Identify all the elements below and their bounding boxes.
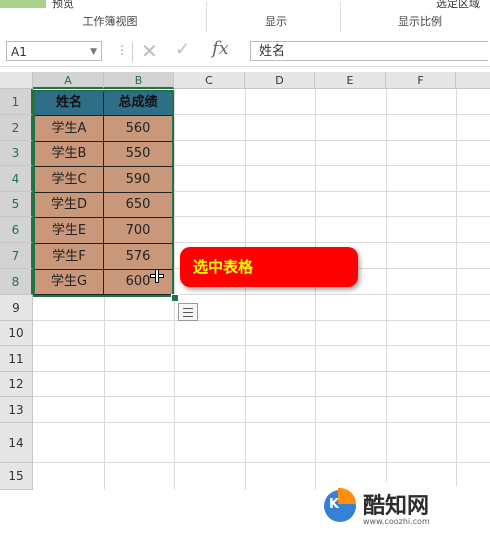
gridline <box>33 320 490 321</box>
more-icon[interactable]: ⋮ <box>116 43 128 57</box>
coozhi-logo-icon: K <box>324 488 356 522</box>
column-header-a[interactable]: A <box>33 72 104 89</box>
quick-analysis-icon[interactable] <box>178 303 198 321</box>
ribbon-preview-label[interactable]: 预览 <box>52 0 74 11</box>
enter-check-icon[interactable]: ✓ <box>175 39 190 60</box>
ribbon-separator <box>340 2 341 32</box>
row-header-14[interactable]: 14 <box>0 423 33 463</box>
name-box[interactable]: A1 ▼ <box>6 41 102 61</box>
gridline <box>33 371 490 372</box>
formula-bar: A1 ▼ ⋮ ✕ ✓ fx 姓名 <box>0 38 490 67</box>
gridline <box>315 89 316 490</box>
gridline <box>174 89 175 490</box>
column-header-d[interactable]: D <box>245 72 315 89</box>
fill-handle[interactable] <box>171 294 179 302</box>
chevron-down-icon[interactable]: ▼ <box>90 42 97 62</box>
selection-border <box>33 90 174 297</box>
gridline <box>386 89 387 490</box>
formula-input[interactable]: 姓名 <box>250 41 488 61</box>
row-header-10[interactable]: 10 <box>0 321 33 346</box>
quick-analysis-line <box>183 308 193 309</box>
row-header-9[interactable]: 9 <box>0 295 33 321</box>
select-all-corner[interactable] <box>0 72 33 89</box>
row-header-13[interactable]: 13 <box>0 397 33 423</box>
gridline <box>456 89 457 490</box>
callout-text: 选中表格 <box>193 258 254 276</box>
row-header-6[interactable]: 6 <box>0 217 33 243</box>
ribbon-select-region-label[interactable]: 选定区域 <box>436 0 480 11</box>
row-header-5[interactable]: 5 <box>0 192 33 217</box>
column-header-c[interactable]: C <box>174 72 245 89</box>
watermark-url: www.coozhi.com <box>363 517 430 526</box>
watermark-name: 酷知网 <box>363 494 430 519</box>
ribbon-separator <box>206 2 207 32</box>
row-header-8[interactable]: 8 <box>0 269 33 295</box>
column-header-e[interactable]: E <box>315 72 386 89</box>
row-header-3[interactable]: 3 <box>0 141 33 166</box>
gridline <box>33 345 490 346</box>
column-header-f[interactable]: F <box>386 72 456 89</box>
row-header-11[interactable]: 11 <box>0 346 33 372</box>
cancel-icon[interactable]: ✕ <box>141 39 158 63</box>
worksheet-grid: A B C D E F 1 2 3 4 5 6 7 8 9 10 11 12 1… <box>0 72 490 534</box>
row-header-1[interactable]: 1 <box>0 89 33 115</box>
cursor-vertical-bar <box>155 269 159 283</box>
row-header-12[interactable]: 12 <box>0 372 33 397</box>
insert-function-icon[interactable]: fx <box>212 38 229 59</box>
gridline <box>33 422 490 423</box>
gridline <box>33 396 490 397</box>
column-header-g[interactable] <box>456 72 490 89</box>
logo-letter: K <box>329 497 340 512</box>
row-header-15[interactable]: 15 <box>0 463 33 490</box>
ribbon-group-workbook-views: 工作簿视图 <box>82 15 138 28</box>
row-header-2[interactable]: 2 <box>0 115 33 141</box>
row-header-7[interactable]: 7 <box>0 243 33 269</box>
name-box-value: A1 <box>11 45 27 59</box>
row-header-4[interactable]: 4 <box>0 166 33 192</box>
ribbon-highlight <box>0 0 46 8</box>
ribbon-group-zoom: 显示比例 <box>398 15 442 28</box>
quick-analysis-line <box>183 312 193 313</box>
callout-label: 选中表格 <box>180 247 358 287</box>
ribbon-group-show: 显示 <box>265 15 287 28</box>
cross-cursor-icon <box>150 269 164 283</box>
gridline <box>33 462 490 463</box>
gridline <box>245 89 246 490</box>
formula-separator <box>132 42 133 62</box>
column-header-b[interactable]: B <box>104 72 174 89</box>
quick-analysis-line <box>183 316 193 317</box>
ribbon: 预览 选定区域 工作簿视图 显示 显示比例 <box>0 0 490 39</box>
